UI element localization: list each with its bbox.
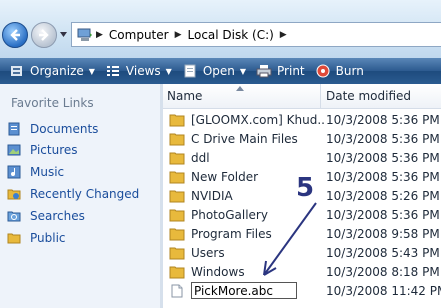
folder-icon xyxy=(169,171,185,183)
folder-icon xyxy=(169,228,185,240)
printer-icon xyxy=(256,65,272,78)
open-label: Open xyxy=(202,64,235,78)
folder-icon xyxy=(169,152,185,164)
file-date: 10/3/2008 5:36 PM xyxy=(326,150,440,165)
file-row[interactable]: [GLOOMX.com] Khud... 10/3/2008 5:36 PM xyxy=(163,110,441,129)
sidebar-item-label: Pictures xyxy=(30,143,78,157)
file-date: 10/3/2008 9:58 PM xyxy=(326,226,440,241)
folder-icon xyxy=(169,209,185,221)
dropdown-arrow-icon: ▼ xyxy=(239,66,247,76)
folder-icon xyxy=(169,190,185,202)
sidebar-item-label: Music xyxy=(30,165,65,179)
sidebar-item-pictures[interactable]: Pictures xyxy=(7,141,78,159)
address-box[interactable]: ▶ Computer ▶ Local Disk (C:) ▶ xyxy=(71,22,441,47)
sidebar-item-music[interactable]: Music xyxy=(7,163,64,181)
file-date: 10/3/2008 5:36 PM xyxy=(326,169,440,184)
blank-file-icon xyxy=(171,284,183,297)
breadcrumb-separator[interactable]: ▶ xyxy=(277,30,290,40)
file-row[interactable]: C Drive Main Files 10/3/2008 5:36 PM xyxy=(163,129,441,148)
file-row[interactable]: ddl 10/3/2008 5:36 PM xyxy=(163,148,441,167)
print-label: Print xyxy=(277,64,305,78)
file-date: 10/3/2008 8:18 PM xyxy=(326,264,440,279)
file-date: 10/3/2008 5:26 PM xyxy=(326,188,440,203)
folder-icon xyxy=(169,266,185,278)
organize-icon xyxy=(11,66,22,76)
views-button[interactable]: Views ▼ xyxy=(100,58,177,84)
music-icon xyxy=(7,165,21,179)
sidebar-item-recently-changed[interactable]: Recently Changed xyxy=(7,185,139,203)
navigation-pane: Favorite Links Documents Pictures Music … xyxy=(0,84,160,308)
back-button[interactable] xyxy=(2,22,28,48)
burn-disc-icon xyxy=(316,64,330,78)
sidebar-item-label: Recently Changed xyxy=(30,187,140,201)
organize-button[interactable]: Organize ▼ xyxy=(4,58,100,84)
file-date: 10/3/2008 5:43 PM xyxy=(326,245,440,260)
folder-icon xyxy=(169,247,185,259)
sort-ascending-icon xyxy=(236,86,244,91)
sidebar-item-label: Public xyxy=(30,231,66,245)
sidebar-item-searches[interactable]: Searches xyxy=(7,207,85,225)
breadcrumb-separator[interactable]: ▶ xyxy=(172,30,185,40)
open-icon xyxy=(184,64,196,78)
back-arrow-icon xyxy=(10,29,20,41)
file-name: ddl xyxy=(191,150,210,165)
public-folder-icon xyxy=(7,233,21,244)
column-header-date-modified[interactable]: Date modified xyxy=(321,84,441,109)
pictures-icon xyxy=(7,144,21,156)
views-icon xyxy=(106,66,119,76)
sidebar-item-label: Documents xyxy=(30,122,99,136)
forward-arrow-icon xyxy=(39,29,49,41)
address-bar-area: ▶ Computer ▶ Local Disk (C:) ▶ xyxy=(0,0,441,58)
computer-icon xyxy=(77,28,92,41)
open-button[interactable]: Open ▼ xyxy=(177,58,251,84)
dropdown-arrow-icon: ▼ xyxy=(165,66,172,76)
file-date: 10/3/2008 5:36 PM xyxy=(326,131,440,146)
views-label: Views xyxy=(125,64,161,78)
documents-icon xyxy=(8,122,20,136)
breadcrumb-local-disk[interactable]: Local Disk (C:) xyxy=(185,28,277,42)
burn-button[interactable]: Burn xyxy=(310,58,369,84)
dropdown-arrow-icon: ▼ xyxy=(88,66,95,76)
file-date: 10/3/2008 5:36 PM xyxy=(326,207,440,222)
organize-label: Organize xyxy=(30,64,84,78)
annotation-arrow-icon xyxy=(263,202,317,276)
folder-icon xyxy=(169,114,185,126)
file-name: C Drive Main Files xyxy=(191,131,298,146)
command-bar: Organize ▼ Views ▼ Open ▼ Print Burn xyxy=(0,58,441,84)
breadcrumb-separator[interactable]: ▶ xyxy=(93,30,106,40)
breadcrumb-computer[interactable]: Computer xyxy=(106,28,172,42)
sidebar-item-label: Searches xyxy=(30,209,85,223)
folder-icon xyxy=(169,133,185,145)
forward-button[interactable] xyxy=(31,22,57,48)
burn-label: Burn xyxy=(335,64,364,78)
sidebar-item-public[interactable]: Public xyxy=(7,229,66,247)
file-date: 10/3/2008 11:42 PM xyxy=(326,283,441,298)
print-button[interactable]: Print xyxy=(251,58,310,84)
favorite-links-heading: Favorite Links xyxy=(11,96,94,110)
search-folder-icon xyxy=(7,211,21,222)
file-date: 10/3/2008 5:36 PM xyxy=(326,112,440,127)
sidebar-item-documents[interactable]: Documents xyxy=(7,120,98,138)
file-name: [GLOOMX.com] Khud... xyxy=(191,112,325,127)
recent-pages-dropdown[interactable] xyxy=(59,30,68,39)
recently-changed-icon xyxy=(7,189,21,200)
